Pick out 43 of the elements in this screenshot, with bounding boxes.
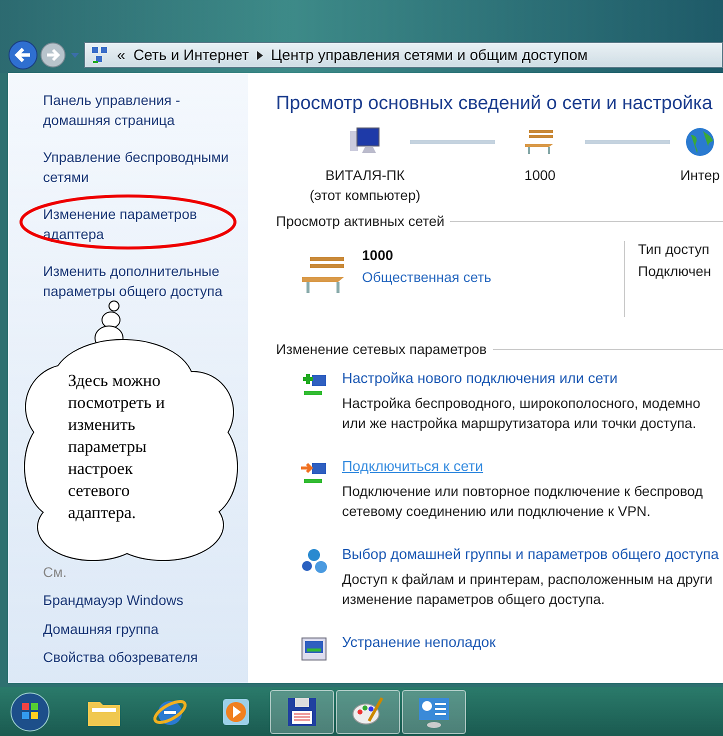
network-icon — [91, 46, 109, 64]
task-description: сетевому соединению или подключение к VPN. — [342, 502, 652, 521]
task-description: изменение параметров общего доступа. — [342, 590, 606, 609]
taskbar-button[interactable] — [336, 690, 400, 734]
node-label: ВИТАЛЯ-ПК — [325, 166, 405, 185]
detail-label: Тип доступ — [638, 241, 710, 257]
task-description: Подключение или повторное подключение к беспровод — [342, 482, 703, 501]
start-button[interactable] — [10, 692, 50, 732]
network-type-link[interactable]: Общественная сеть — [362, 269, 624, 285]
taskbar-button[interactable] — [270, 690, 334, 734]
section-heading: Просмотр активных сетей — [276, 213, 444, 229]
sidebar-link[interactable]: Изменить дополнительные параметры общего доступа — [43, 262, 243, 301]
task-link[interactable]: Выбор домашней группы и параметров общего доступа — [342, 547, 719, 563]
globe-icon[interactable] — [685, 127, 715, 157]
sidebar-link[interactable]: Панель управления - домашняя страница — [43, 91, 243, 130]
breadcrumb-item[interactable]: Сеть и Интернет — [133, 46, 249, 64]
page-heading: Просмотр основных сведений о сети и настройка — [276, 93, 714, 115]
sidebar-link[interactable]: Домашняя группа — [43, 620, 248, 639]
node-label: 1000 — [524, 166, 556, 185]
task-description: Доступ к файлам и принтерам, расположенным на други — [342, 570, 714, 589]
sidebar-link[interactable]: Свойства обозревателя — [43, 648, 248, 668]
breadcrumb-item[interactable]: Центр управления сетями и общим доступом — [270, 46, 588, 64]
section-heading: Изменение сетевых параметров — [276, 341, 487, 357]
task-description: Настройка беспроводного, широкополосного, модемно — [342, 394, 700, 413]
sidebar-link[interactable]: Управление беспроводными сетями — [43, 148, 243, 187]
breadcrumb-arrow-icon[interactable] — [256, 50, 263, 60]
task-link[interactable]: Устранение неполадок — [342, 635, 496, 651]
molecule-icon[interactable] — [300, 547, 328, 575]
sidebar-link[interactable]: Брандмауэр Windows — [43, 591, 248, 610]
forward-button[interactable] — [40, 42, 66, 68]
network-name: 1000 — [362, 247, 394, 263]
detail-label: Подключен — [638, 263, 712, 279]
node-sublabel: (этот компьютер) — [310, 186, 420, 205]
address-bar[interactable]: « Сеть и Интернет Центр управления сетями и общим доступом — [84, 42, 723, 68]
monitor-icon[interactable] — [300, 635, 328, 663]
callout-text: Здесь можно посмотреть и изменить параметры настроек сетевого адаптера. — [68, 370, 166, 524]
task-description: или же настройка маршрутизатора или точки доступа. — [342, 414, 698, 433]
see-also-heading: См. — [43, 563, 68, 582]
breadcrumb-chevron[interactable]: « — [117, 46, 126, 64]
task-link[interactable]: Настройка нового подключения или сети — [342, 371, 700, 387]
taskbar-button[interactable] — [402, 690, 466, 734]
node-label: Интер — [680, 166, 720, 185]
back-button[interactable] — [8, 40, 38, 70]
